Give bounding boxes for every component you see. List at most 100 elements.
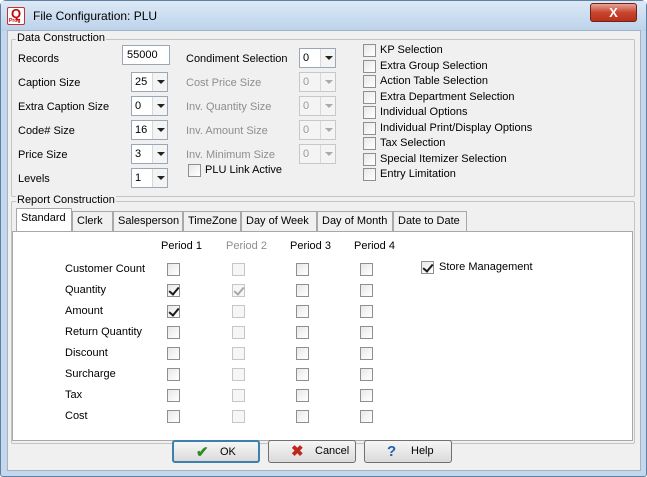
- period-checkbox[interactable]: [167, 326, 180, 339]
- field-select-value: 3: [135, 148, 142, 160]
- plu-link-active-checkbox[interactable]: [188, 164, 201, 177]
- data-construction-label: Data Construction: [16, 32, 107, 44]
- help-button[interactable]: ? Help: [364, 440, 452, 463]
- period-checkbox[interactable]: [167, 284, 180, 297]
- period-checkbox[interactable]: [296, 305, 309, 318]
- option-label: Entry Limitation: [380, 168, 456, 180]
- row-label: Tax: [65, 389, 83, 401]
- period-checkbox[interactable]: [360, 410, 373, 423]
- period-checkbox[interactable]: [360, 263, 373, 276]
- field-select[interactable]: 3: [131, 144, 168, 164]
- chevron-down-icon: [320, 121, 335, 139]
- period-checkbox[interactable]: [360, 326, 373, 339]
- option-label: KP Selection: [380, 44, 443, 56]
- chevron-down-icon: [320, 145, 335, 163]
- row-label: Cost: [65, 410, 88, 422]
- field-select-value: 25: [135, 76, 148, 88]
- field-select-value: 1: [135, 172, 142, 184]
- chevron-down-icon[interactable]: [152, 121, 167, 139]
- period-checkbox[interactable]: [360, 284, 373, 297]
- cancel-label: Cancel: [315, 445, 350, 457]
- period-checkbox[interactable]: [296, 263, 309, 276]
- period-checkbox[interactable]: [167, 263, 180, 276]
- chevron-down-icon[interactable]: [320, 49, 335, 67]
- ok-button[interactable]: ✔ OK: [172, 440, 260, 463]
- period-checkbox: [232, 326, 245, 339]
- field-label: Code# Size: [18, 125, 75, 137]
- cancel-button[interactable]: ✖ Cancel: [268, 440, 356, 463]
- question-icon: ?: [387, 443, 397, 460]
- option-checkbox[interactable]: [363, 75, 376, 88]
- records-input[interactable]: 55000: [122, 45, 170, 65]
- option-checkbox[interactable]: [363, 106, 376, 119]
- app-icon[interactable]: Q Prog: [7, 6, 25, 25]
- period-checkbox[interactable]: [296, 389, 309, 402]
- tab-day-of-week[interactable]: Day of Week: [241, 211, 317, 231]
- field-select-value: 0: [135, 100, 142, 112]
- option-checkbox[interactable]: [363, 152, 376, 166]
- chevron-down-icon: [320, 73, 335, 91]
- period-checkbox: [232, 347, 245, 360]
- row-label: Amount: [65, 305, 103, 317]
- period-checkbox[interactable]: [296, 410, 309, 423]
- option-checkbox[interactable]: [363, 168, 376, 181]
- period-checkbox[interactable]: [167, 347, 180, 360]
- field-select-value: 16: [135, 124, 148, 136]
- field-label: Inv. Amount Size: [186, 125, 268, 137]
- tab-standard[interactable]: Standard: [16, 208, 72, 232]
- field-select[interactable]: 0: [299, 48, 336, 68]
- option-checkbox[interactable]: [363, 59, 376, 73]
- chevron-down-icon[interactable]: [152, 169, 167, 187]
- records-label: Records: [18, 53, 59, 65]
- app-icon-caption: Prog: [9, 18, 21, 24]
- tab-clerk[interactable]: Clerk: [72, 211, 113, 231]
- help-label: Help: [411, 445, 434, 457]
- period-checkbox: [232, 305, 245, 318]
- period-checkbox[interactable]: [360, 368, 373, 381]
- option-checkbox[interactable]: [363, 44, 376, 57]
- period-checkbox[interactable]: [296, 284, 309, 297]
- dialog-body: Data Construction Records 55000 Caption …: [7, 30, 641, 471]
- title-bar[interactable]: Q Prog File Configuration: PLU X: [1, 1, 646, 31]
- store-management-checkbox[interactable]: [421, 261, 434, 274]
- period-checkbox[interactable]: [167, 305, 180, 318]
- period-header: Period 2: [226, 240, 267, 252]
- field-select: 0: [299, 72, 336, 92]
- period-checkbox[interactable]: [296, 347, 309, 360]
- field-select: 0: [299, 144, 336, 164]
- period-checkbox[interactable]: [360, 347, 373, 360]
- period-checkbox[interactable]: [167, 389, 180, 402]
- row-label: Discount: [65, 347, 108, 359]
- file-configuration-window: Q Prog File Configuration: PLU X Data Co…: [0, 0, 647, 477]
- period-checkbox[interactable]: [296, 326, 309, 339]
- checkmark-icon: ✔: [196, 444, 209, 461]
- field-select[interactable]: 1: [131, 168, 168, 188]
- option-checkbox[interactable]: [363, 137, 376, 150]
- period-checkbox[interactable]: [360, 305, 373, 318]
- field-select[interactable]: 25: [131, 72, 168, 92]
- period-checkbox[interactable]: [167, 368, 180, 381]
- field-select: 0: [299, 120, 336, 140]
- tab-date-to-date[interactable]: Date to Date: [393, 211, 467, 231]
- field-label: Cost Price Size: [186, 77, 262, 89]
- field-select[interactable]: 16: [131, 120, 168, 140]
- period-checkbox[interactable]: [360, 389, 373, 402]
- chevron-down-icon[interactable]: [152, 73, 167, 91]
- tab-salesperson[interactable]: Salesperson: [113, 211, 183, 231]
- close-button[interactable]: X: [590, 3, 637, 22]
- option-checkbox[interactable]: [363, 121, 376, 135]
- tab-day-of-month[interactable]: Day of Month: [317, 211, 393, 231]
- period-checkbox[interactable]: [167, 410, 180, 423]
- field-label: Levels: [18, 173, 50, 185]
- option-checkbox[interactable]: [363, 90, 376, 104]
- option-label: Individual Options: [380, 106, 468, 118]
- field-label: Caption Size: [18, 77, 81, 89]
- chevron-down-icon[interactable]: [152, 97, 167, 115]
- field-label: Inv. Minimum Size: [186, 149, 276, 161]
- field-label: Condiment Selection: [186, 53, 288, 65]
- tab-timezone[interactable]: TimeZone: [183, 211, 241, 231]
- period-checkbox[interactable]: [296, 368, 309, 381]
- field-select[interactable]: 0: [131, 96, 168, 116]
- row-label: Return Quantity: [65, 326, 143, 338]
- chevron-down-icon[interactable]: [152, 145, 167, 163]
